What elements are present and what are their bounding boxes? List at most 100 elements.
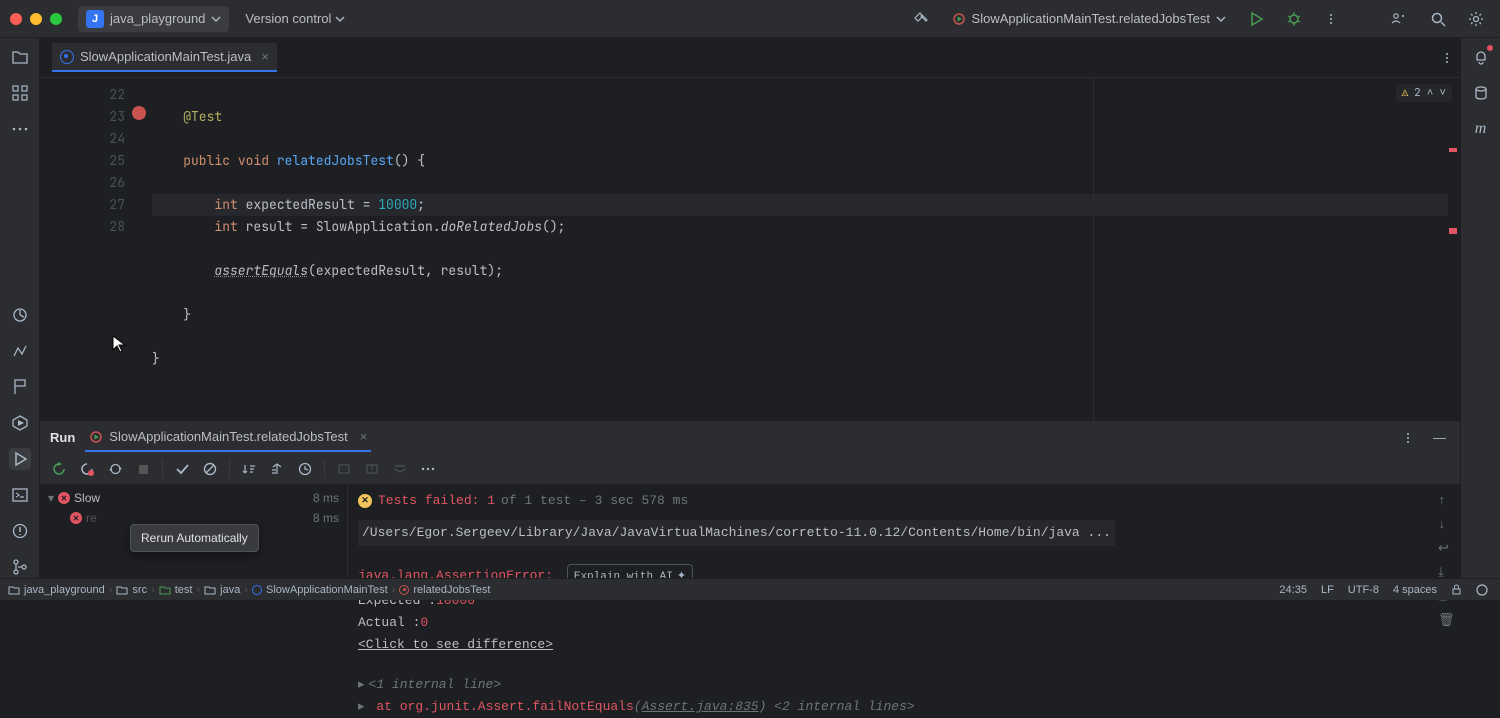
inspection-widget[interactable]: ⚠ 2 ˄ ˅ — [1396, 84, 1452, 102]
fold-arrow-icon[interactable]: ▸ — [358, 677, 365, 692]
readonly-icon[interactable] — [1447, 584, 1466, 595]
code-editor[interactable]: 22 23 24 25 26 27 28 @Test public void r… — [40, 78, 1460, 420]
profiler-icon[interactable] — [9, 304, 31, 326]
minimize-window-icon[interactable] — [30, 13, 42, 25]
run-panel-header: Run SlowApplicationMainTest.relatedJobsT… — [40, 420, 1460, 454]
show-ignored-icon[interactable] — [201, 460, 219, 478]
structure-tool-icon[interactable] — [9, 82, 31, 104]
line-number: 23 — [40, 106, 125, 128]
search-icon[interactable] — [1424, 7, 1452, 31]
breakpoint-icon[interactable] — [132, 106, 146, 120]
code-area[interactable]: @Test public void relatedJobsTest() { in… — [140, 78, 1460, 420]
chevron-down-icon[interactable]: ▾ — [48, 491, 54, 505]
bc-item[interactable]: src — [132, 584, 147, 596]
run-tool-icon[interactable] — [9, 448, 31, 470]
error-stripe-marker[interactable] — [1449, 148, 1457, 152]
hammer-icon[interactable] — [906, 6, 936, 32]
zoom-window-icon[interactable] — [50, 13, 62, 25]
editor-tab[interactable]: SlowApplicationMainTest.java × — [52, 43, 277, 72]
bc-item[interactable]: java_playground — [24, 584, 105, 596]
actual-value: 0 — [420, 615, 428, 630]
more-tools-icon[interactable] — [9, 118, 31, 140]
left-tool-rail — [0, 38, 40, 578]
status-info-icon[interactable] — [1472, 584, 1492, 596]
scroll-to-end-icon[interactable]: ⤓ — [1438, 562, 1454, 578]
folder-icon — [116, 584, 128, 596]
annotation: @Test — [183, 108, 222, 125]
problems-icon[interactable] — [9, 520, 31, 542]
sort-icon[interactable] — [240, 460, 258, 478]
git-icon[interactable] — [9, 556, 31, 578]
status-detail: of 1 test – 3 sec 578 ms — [501, 490, 688, 512]
services-icon[interactable] — [9, 412, 31, 434]
project-tool-icon[interactable] — [9, 46, 31, 68]
close-window-icon[interactable] — [10, 13, 22, 25]
indent-info[interactable]: 4 spaces — [1389, 584, 1441, 596]
database-icon[interactable] — [1470, 82, 1492, 104]
close-tab-icon[interactable]: × — [261, 49, 269, 64]
rerun-auto-icon[interactable] — [106, 460, 124, 478]
suite-name: Slow — [74, 491, 100, 505]
suite-time: 8 ms — [313, 491, 339, 505]
project-selector[interactable]: J java_playground — [78, 6, 229, 32]
export-icon[interactable] — [363, 460, 381, 478]
chevron-down-icon[interactable]: ˅ — [1439, 86, 1446, 100]
stop-icon[interactable] — [134, 460, 152, 478]
stack-file-link[interactable]: Assert.java:835 — [642, 699, 759, 714]
expand-icon[interactable] — [268, 460, 286, 478]
tooltip: Rerun Automatically — [130, 524, 259, 552]
more-icon[interactable] — [1397, 427, 1419, 449]
test-name: re — [86, 511, 97, 525]
bc-item[interactable]: java — [220, 584, 240, 596]
tab-title: SlowApplicationMainTest.java — [80, 49, 251, 64]
java-class-icon — [60, 50, 74, 64]
chevron-down-icon — [335, 14, 345, 24]
bc-item[interactable]: relatedJobsTest — [413, 584, 490, 596]
rerun-failed-icon[interactable] — [78, 460, 96, 478]
run-config-selector[interactable]: SlowApplicationMainTest.relatedJobsTest — [946, 7, 1232, 30]
debug-button[interactable] — [1280, 7, 1308, 31]
scroll-up-icon[interactable]: ↑ — [1438, 490, 1454, 506]
version-control-menu[interactable]: Version control — [239, 7, 351, 30]
test-suite-row[interactable]: ▾ ✕ Slow 8 ms — [40, 488, 347, 508]
settings-icon[interactable] — [1462, 7, 1490, 31]
soft-wrap-icon[interactable]: ↩ — [1438, 538, 1454, 554]
bookmarks-icon[interactable] — [9, 376, 31, 398]
folded-region[interactable]: <2 internal lines> — [766, 699, 914, 714]
run-config-tab[interactable]: SlowApplicationMainTest.relatedJobsTest … — [85, 423, 371, 452]
endpoints-icon[interactable] — [9, 340, 31, 362]
fold-arrow-icon[interactable]: ▸ — [358, 699, 365, 714]
minimize-icon[interactable]: — — [1429, 426, 1450, 449]
warning-icon: ⚠ — [1402, 86, 1409, 100]
show-passed-icon[interactable] — [173, 460, 191, 478]
more-actions-icon[interactable] — [419, 460, 437, 478]
diff-link[interactable]: <Click to see difference> — [358, 637, 553, 652]
collapse-icon[interactable] — [391, 460, 409, 478]
breadcrumb[interactable]: java_playground› src› test› java› SlowAp… — [8, 584, 490, 596]
trash-icon[interactable]: 🗑 — [1438, 610, 1454, 626]
bc-item[interactable]: test — [175, 584, 193, 596]
terminal-icon[interactable] — [9, 484, 31, 506]
close-icon[interactable]: × — [360, 429, 368, 444]
scroll-down-icon[interactable]: ↓ — [1438, 514, 1454, 530]
error-stripe-marker[interactable] — [1449, 228, 1457, 234]
editor-more-icon[interactable] — [1434, 45, 1460, 71]
test-config-icon — [952, 12, 966, 26]
rerun-icon[interactable] — [50, 460, 68, 478]
folded-region[interactable]: <1 internal line> — [369, 677, 502, 692]
import-icon[interactable] — [335, 460, 353, 478]
file-encoding[interactable]: UTF-8 — [1344, 584, 1383, 596]
history-icon[interactable] — [296, 460, 314, 478]
line-number: 22 — [40, 84, 125, 106]
more-menu-icon[interactable] — [1318, 8, 1344, 30]
bc-item[interactable]: SlowApplicationMainTest — [266, 584, 388, 596]
line-separator[interactable]: LF — [1317, 584, 1338, 596]
status-failed: Tests failed: 1 — [378, 490, 495, 512]
caret-position[interactable]: 24:35 — [1275, 584, 1311, 596]
actual-label: Actual : — [358, 615, 420, 630]
notifications-icon[interactable] — [1470, 46, 1492, 68]
run-button[interactable] — [1242, 7, 1270, 31]
maven-icon[interactable]: m — [1470, 118, 1492, 140]
code-with-me-icon[interactable] — [1384, 6, 1414, 32]
chevron-up-icon[interactable]: ˄ — [1427, 86, 1434, 100]
